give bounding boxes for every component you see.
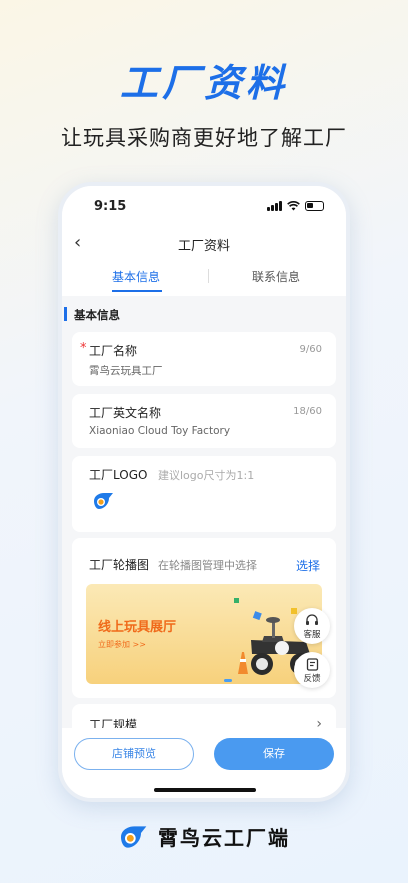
save-button[interactable]: 保存	[214, 738, 334, 770]
wifi-icon	[287, 201, 300, 211]
section-accent-bar	[64, 307, 67, 321]
logo-label: 工厂LOGO	[89, 468, 148, 482]
customer-service-label: 客服	[303, 630, 321, 640]
app-screen: 9:15 ‹ 工厂资料 基本信息 联系信息 基本信息 * 工厂名称 9/60 霄	[62, 186, 346, 798]
carousel-select-link[interactable]: 选择	[296, 557, 320, 574]
feedback-label: 反馈	[303, 674, 321, 684]
customer-service-button[interactable]: 客服	[294, 608, 330, 644]
tab-active-indicator	[112, 290, 162, 292]
carousel-indicator	[224, 679, 232, 682]
page-title: 工厂资料	[177, 239, 230, 254]
status-bar: 9:15	[62, 186, 346, 226]
nav-bar: ‹ 工厂资料	[62, 226, 346, 262]
bird-logo-icon[interactable]	[92, 492, 114, 510]
status-icons	[267, 201, 324, 211]
factory-name-field[interactable]: * 工厂名称 9/60 霄鸟云玩具工厂	[72, 332, 336, 386]
tab-basic-info[interactable]: 基本信息	[112, 268, 160, 285]
carousel-hint: 在轮播图管理中选择	[158, 559, 257, 572]
carousel-banner-image[interactable]: 线上玩具展厅 立即参加 >>	[86, 584, 322, 684]
section-title: 基本信息	[74, 308, 120, 322]
carousel-label: 工厂轮播图	[89, 558, 150, 572]
section-header: 基本信息	[62, 300, 346, 326]
banner-title: 线上玩具展厅	[98, 620, 177, 635]
brand-footer: 霄鸟云工厂端	[0, 822, 408, 851]
logo-field: 工厂LOGO 建议logo尺寸为1:1	[72, 456, 336, 532]
required-mark: *	[80, 341, 87, 356]
promo-title: 工厂资料	[119, 61, 288, 105]
promo-subtitle: 让玩具采购商更好地了解工厂	[61, 126, 347, 150]
home-indicator	[154, 788, 256, 792]
banner-join-link[interactable]: 立即参加 >>	[98, 639, 146, 650]
feedback-icon	[306, 658, 318, 671]
status-time: 9:15	[94, 199, 127, 214]
tab-bar: 基本信息 联系信息	[62, 262, 346, 296]
signal-icon	[267, 201, 282, 211]
tab-divider	[208, 269, 209, 283]
factory-name-value[interactable]: 霄鸟云玩具工厂	[89, 363, 163, 378]
bird-logo-icon	[121, 825, 147, 848]
english-name-field[interactable]: 工厂英文名称 18/60 Xiaoniao Cloud Toy Factory	[72, 394, 336, 448]
bottom-action-bar: 店铺预览 保存	[62, 728, 346, 798]
tab-contact-info[interactable]: 联系信息	[252, 268, 300, 285]
feedback-button[interactable]: 反馈	[294, 652, 330, 688]
headset-icon	[306, 614, 318, 625]
english-name-value[interactable]: Xiaoniao Cloud Toy Factory	[89, 425, 230, 437]
battery-icon	[305, 201, 324, 211]
brand-name: 霄鸟云工厂端	[158, 826, 290, 850]
factory-name-counter: 9/60	[299, 344, 322, 355]
phone-frame: 9:15 ‹ 工厂资料 基本信息 联系信息 基本信息 * 工厂名称 9/60 霄	[58, 182, 350, 802]
store-preview-button[interactable]: 店铺预览	[74, 738, 194, 770]
logo-hint: 建议logo尺寸为1:1	[158, 469, 255, 482]
english-name-label: 工厂英文名称	[89, 406, 162, 420]
english-name-counter: 18/60	[293, 406, 322, 417]
carousel-field: 工厂轮播图 在轮播图管理中选择 选择 线上玩具展厅 立即参加 >> 客服 反馈	[72, 538, 336, 698]
factory-name-label: 工厂名称	[89, 344, 138, 358]
